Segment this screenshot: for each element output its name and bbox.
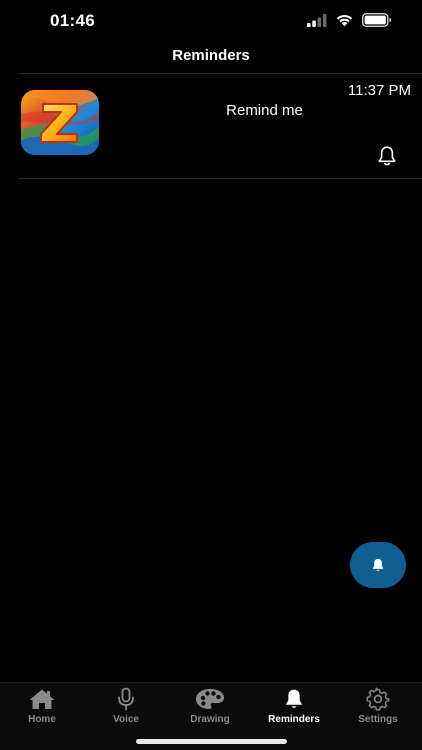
reminder-item[interactable]: 11:37 PM Remind me [19,74,422,179]
tab-reminders[interactable]: Reminders [252,687,336,727]
app-screen: 01:46 Reminders 11:37 PM Remind me Home … [0,0,422,750]
page-title: Reminders [172,47,250,64]
status-time: 01:46 [50,11,95,30]
status-icons [307,13,392,27]
reminder-title: Remind me [226,102,303,119]
bell-icon [372,558,384,571]
tab-label-home: Home [28,714,56,725]
palette-icon [196,689,224,709]
status-bar: 01:46 [0,0,422,42]
app-logo-z-icon [21,90,99,155]
tab-label-settings: Settings [358,714,398,725]
tab-home[interactable]: Home [0,687,84,727]
signal-icon [307,13,327,27]
tab-drawing[interactable]: Drawing [168,687,252,727]
tab-settings[interactable]: Settings [336,687,420,727]
home-icon [29,689,55,709]
reminder-divider [19,178,422,179]
reminder-time: 11:37 PM [347,82,411,99]
tab-label-voice: Voice [113,714,139,725]
gear-icon [366,687,390,711]
wifi-icon [336,14,353,27]
bell-icon [378,146,396,166]
tab-voice[interactable]: Voice [84,687,168,727]
add-reminder-button[interactable] [350,542,406,588]
tab-label-reminders: Reminders [268,714,320,725]
bell-icon [285,689,303,708]
microphone-icon [118,687,134,711]
home-indicator[interactable] [136,739,287,744]
tab-label-drawing: Drawing [190,714,230,725]
reminder-bell-button[interactable] [375,144,399,168]
battery-icon [362,13,392,27]
